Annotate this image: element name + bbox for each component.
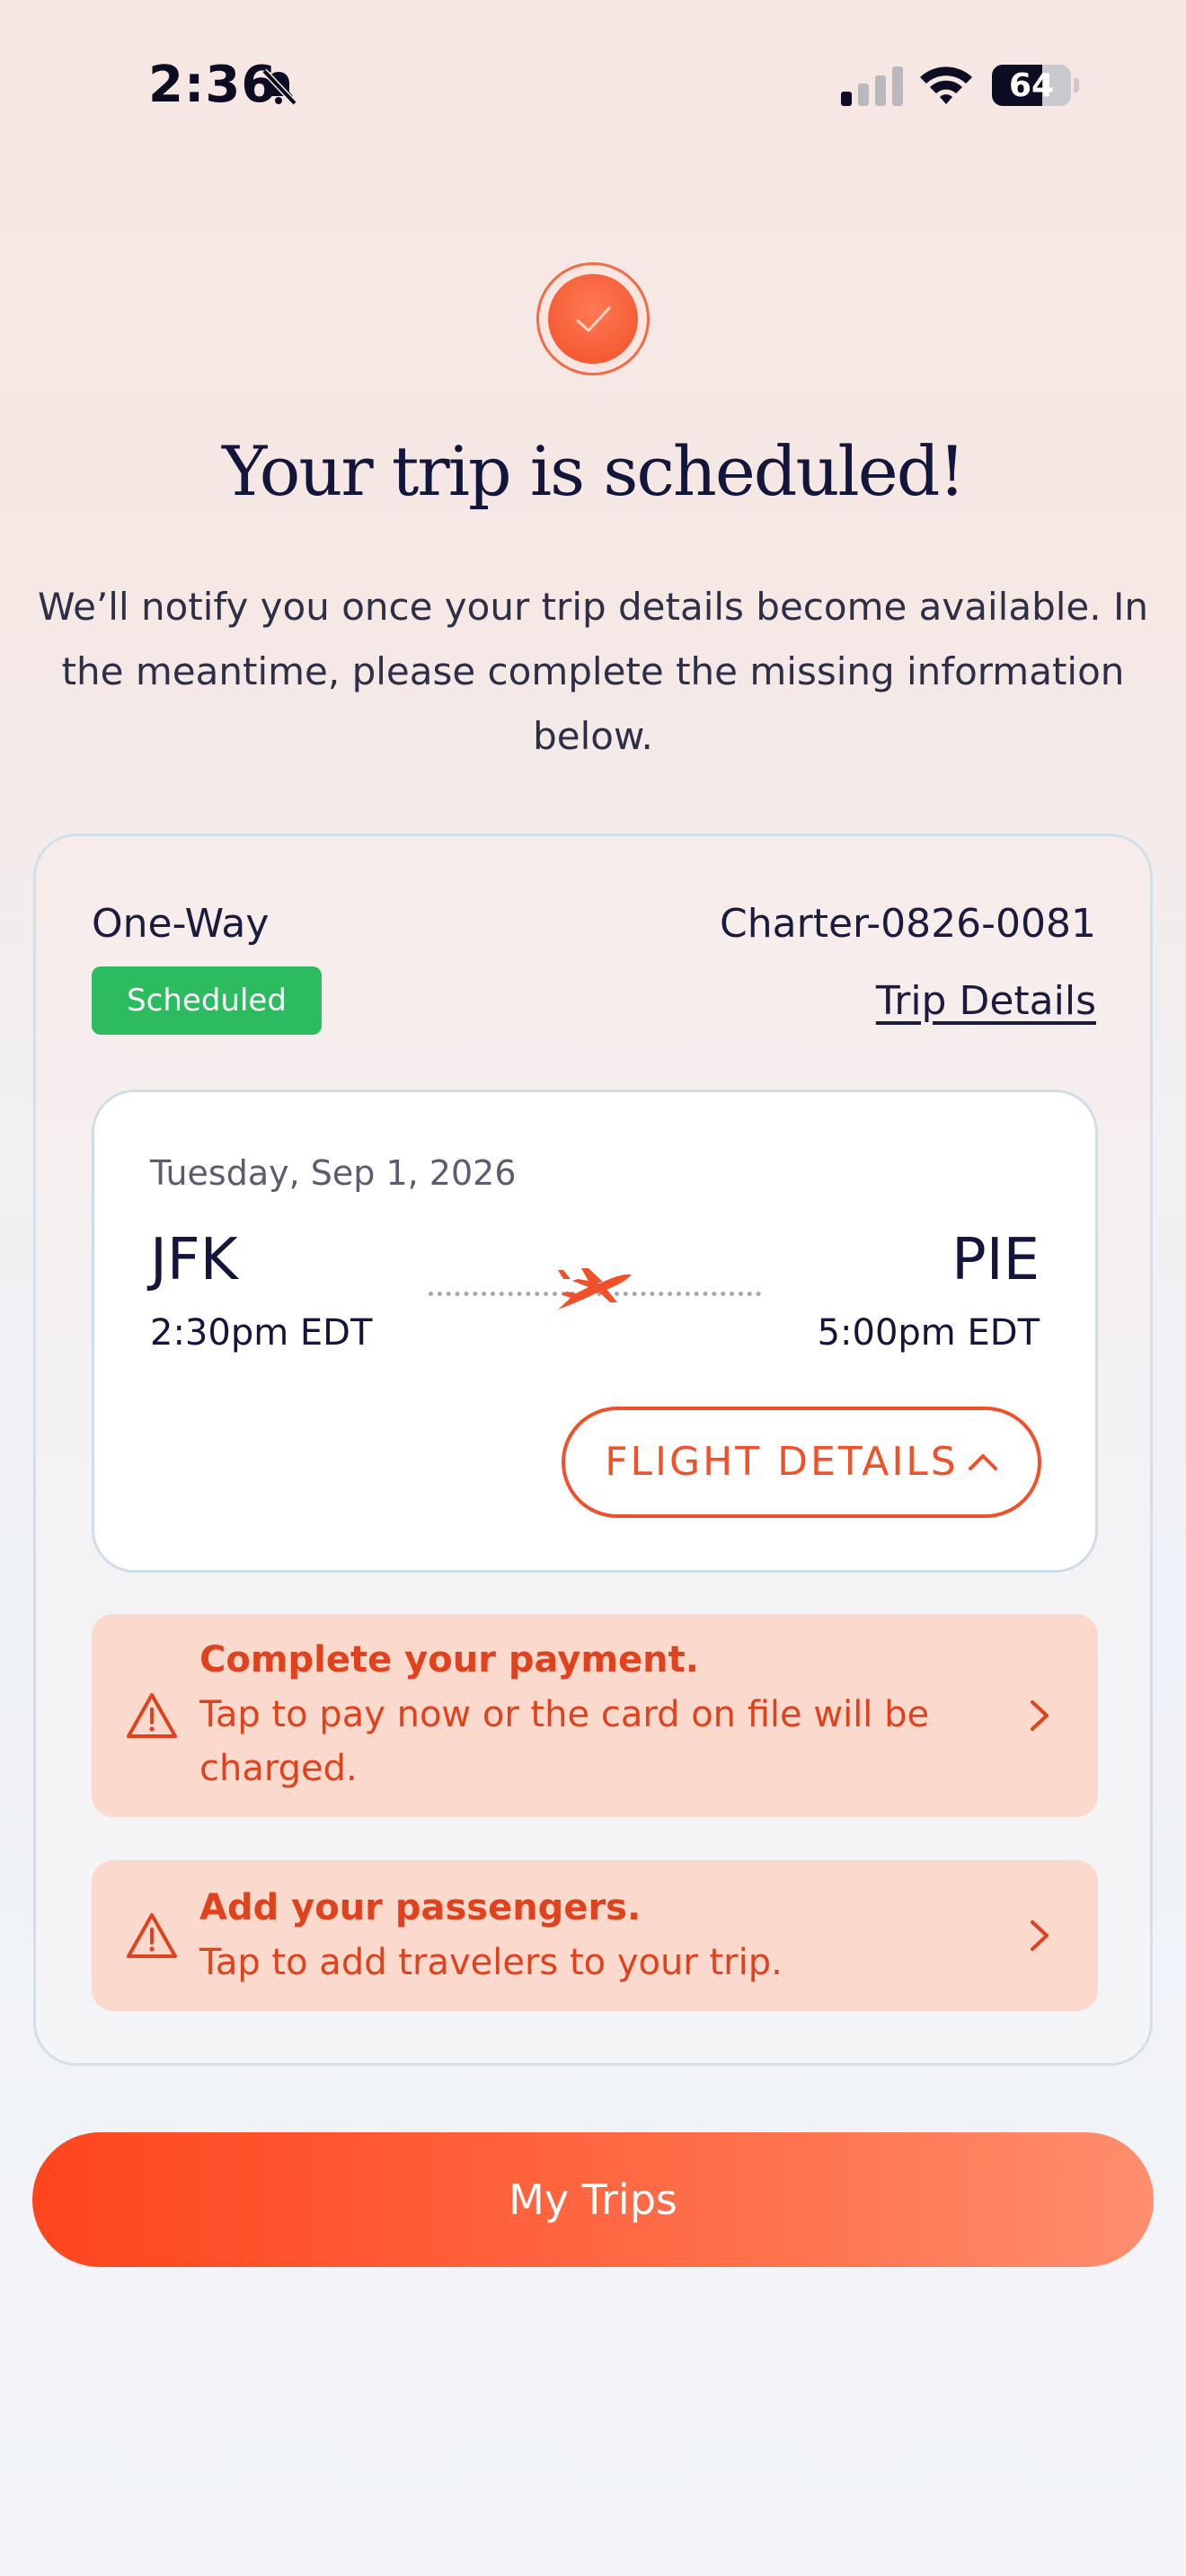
arrival-time: 5:00pm EDT bbox=[817, 1312, 1040, 1354]
warning-icon bbox=[127, 1693, 177, 1738]
page-title: Your trip is scheduled! bbox=[222, 431, 966, 511]
airplane-icon bbox=[558, 1268, 632, 1310]
my-trips-button[interactable]: My Trips bbox=[32, 2132, 1154, 2267]
battery-icon: 64 bbox=[992, 65, 1079, 106]
battery-level: 64 bbox=[1008, 67, 1055, 104]
alert-text: Tap to pay now or the card on file will … bbox=[199, 1694, 930, 1789]
destination-airport-code: PIE bbox=[951, 1227, 1040, 1293]
status-bar: 2:36 64 bbox=[0, 0, 1186, 171]
trip-card: One-Way Charter-0826-0081 Scheduled Trip… bbox=[33, 834, 1153, 2066]
status-badge: Scheduled bbox=[92, 966, 322, 1035]
flight-details-label: FLIGHT DETAILS bbox=[605, 1439, 959, 1485]
complete-payment-alert[interactable]: Complete your payment. Tap to pay now or… bbox=[92, 1614, 1098, 1817]
alert-text: Tap to add travelers to your trip. bbox=[199, 1942, 783, 1983]
trip-id: Charter-0826-0081 bbox=[720, 901, 1096, 947]
chevron-right-icon bbox=[1031, 1700, 1049, 1731]
page-subtitle: We’ll notify you once your trip details … bbox=[38, 585, 1148, 758]
status-time: 2:36 bbox=[148, 56, 278, 114]
chevron-up-icon bbox=[968, 1454, 997, 1470]
add-passengers-alert[interactable]: Add your passengers. Tap to add traveler… bbox=[92, 1860, 1098, 2011]
chevron-right-icon bbox=[1031, 1920, 1049, 1951]
bell-off-icon bbox=[261, 68, 297, 106]
flight-card: Tuesday, Sep 1, 2026 JFK PIE 2:30pm EDT … bbox=[92, 1090, 1098, 1573]
alert-title: Complete your payment. bbox=[199, 1639, 699, 1681]
origin-airport-code: JFK bbox=[150, 1227, 238, 1293]
trip-details-link[interactable]: Trip Details bbox=[876, 978, 1096, 1024]
cellular-signal-icon bbox=[841, 66, 903, 106]
departure-time: 2:30pm EDT bbox=[150, 1312, 373, 1354]
success-check-icon bbox=[536, 262, 650, 375]
alert-title: Add your passengers. bbox=[199, 1887, 642, 1928]
flight-date: Tuesday, Sep 1, 2026 bbox=[150, 1153, 517, 1193]
trip-type: One-Way bbox=[92, 901, 270, 947]
warning-icon bbox=[127, 1913, 177, 1958]
flight-details-button[interactable]: FLIGHT DETAILS bbox=[562, 1407, 1041, 1518]
wifi-icon bbox=[920, 66, 972, 104]
